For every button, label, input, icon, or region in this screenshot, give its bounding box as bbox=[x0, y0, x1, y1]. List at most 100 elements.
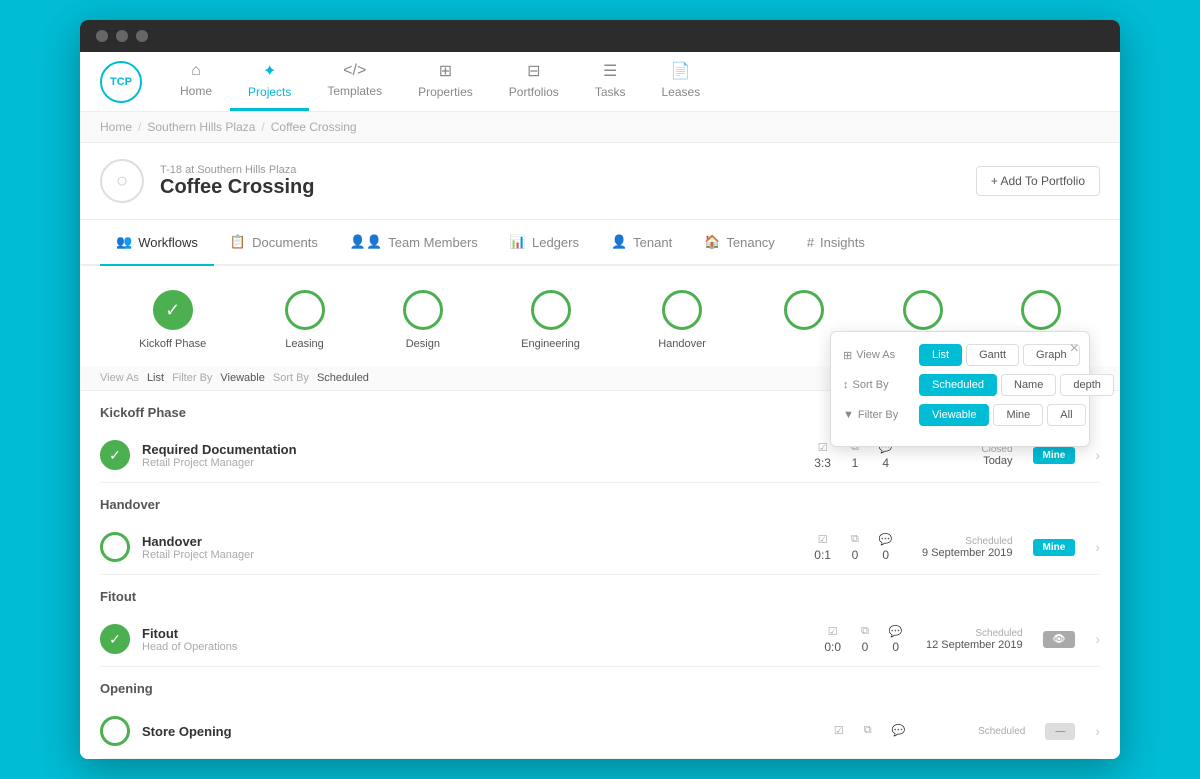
filter-mine-button[interactable]: Mine bbox=[993, 404, 1043, 426]
step6-circle bbox=[784, 290, 824, 330]
tab-documents[interactable]: 📋 Documents bbox=[214, 220, 334, 266]
check-icon: ☑ bbox=[818, 441, 828, 454]
fitout-comments: 💬 0 bbox=[889, 625, 903, 654]
copies-count: 1 bbox=[852, 456, 859, 470]
nav-projects-label: Projects bbox=[248, 85, 291, 99]
badge-mine: Mine bbox=[1033, 447, 1076, 464]
breadcrumb-home[interactable]: Home bbox=[100, 120, 132, 134]
task-handover-meta: ☑ 0:1 ⧉ 0 💬 0 Scheduled 9 September 2019… bbox=[814, 533, 1100, 562]
task-opening-info: Store Opening bbox=[142, 724, 822, 739]
popup-view-row: ⊞ View As List Gantt Graph bbox=[843, 344, 1077, 366]
sort-depth-button[interactable]: depth bbox=[1060, 374, 1114, 396]
projects-icon: ✦ bbox=[263, 61, 276, 81]
view-as-value[interactable]: List bbox=[147, 372, 164, 384]
browser-dot-yellow bbox=[116, 30, 128, 42]
badge-eye-fitout: 👁 bbox=[1043, 631, 1076, 648]
arrow-opening[interactable]: › bbox=[1095, 723, 1100, 739]
task-opening-name: Store Opening bbox=[142, 724, 822, 739]
tab-team-members[interactable]: 👤👤 Team Members bbox=[334, 220, 494, 266]
top-nav: TCP ⌂ Home ✦ Projects </> Templates ⊞ Pr… bbox=[80, 52, 1120, 112]
breadcrumb-sep-1: / bbox=[138, 120, 141, 134]
workflow-step-kickoff[interactable]: ✓ Kickoff Phase bbox=[139, 290, 206, 350]
popup-sort-buttons: Scheduled Name depth bbox=[919, 374, 1114, 396]
task-row-opening: Store Opening ☑ ⧉ 💬 Scheduled bbox=[100, 704, 1100, 759]
project-info: T-18 at Southern Hills Plaza Coffee Cros… bbox=[160, 164, 960, 199]
popup-filter-label: ▼ Filter By bbox=[843, 409, 911, 421]
browser-window: TCP ⌂ Home ✦ Projects </> Templates ⊞ Pr… bbox=[80, 20, 1120, 759]
fitout-copies: ⧉ 0 bbox=[861, 625, 869, 654]
breadcrumb-plaza[interactable]: Southern Hills Plaza bbox=[147, 120, 255, 134]
design-circle bbox=[403, 290, 443, 330]
tab-tenant[interactable]: 👤 Tenant bbox=[595, 220, 688, 266]
nav-properties[interactable]: ⊞ Properties bbox=[400, 52, 491, 111]
sort-by-value[interactable]: Scheduled bbox=[317, 372, 369, 384]
popup-view-buttons: List Gantt Graph bbox=[919, 344, 1080, 366]
tab-insights[interactable]: # Insights bbox=[791, 220, 881, 266]
insights-icon: # bbox=[807, 235, 814, 250]
badge-dash-opening: — bbox=[1045, 723, 1075, 740]
fitout-date: Scheduled 12 September 2019 bbox=[923, 628, 1023, 651]
comment-icon: 💬 bbox=[889, 625, 903, 638]
breadcrumb: Home / Southern Hills Plaza / Coffee Cro… bbox=[80, 112, 1120, 143]
arrow-fitout[interactable]: › bbox=[1095, 631, 1100, 647]
browser-dot-green bbox=[136, 30, 148, 42]
project-title: Coffee Crossing bbox=[160, 176, 960, 199]
filter-by-label: Filter By bbox=[172, 372, 212, 384]
task-checks-group: ☑ 3:3 bbox=[814, 441, 831, 470]
workflows-icon: 👥 bbox=[116, 234, 132, 250]
templates-icon: </> bbox=[343, 62, 366, 80]
handover-comments: 💬 0 bbox=[879, 533, 893, 562]
nav-home[interactable]: ⌂ Home bbox=[162, 52, 230, 111]
workflow-step-leasing[interactable]: Leasing bbox=[285, 290, 325, 350]
copy-icon: ⧉ bbox=[851, 533, 859, 546]
tab-tenancy[interactable]: 🏠 Tenancy bbox=[688, 220, 791, 266]
copy-icon: ⧉ bbox=[861, 625, 869, 638]
filter-all-button[interactable]: All bbox=[1047, 404, 1085, 426]
workflow-step-design[interactable]: Design bbox=[403, 290, 443, 350]
tab-workflows[interactable]: 👥 Workflows bbox=[100, 220, 214, 266]
workflow-step-engineering[interactable]: Engineering bbox=[521, 290, 580, 350]
task-done-icon-fitout: ✓ bbox=[100, 624, 130, 654]
workflow-step-handover[interactable]: Handover bbox=[658, 290, 706, 350]
check-icon: ☑ bbox=[818, 533, 828, 546]
task-empty-icon-opening bbox=[100, 716, 130, 746]
arrow-handover[interactable]: › bbox=[1095, 539, 1100, 555]
engineering-circle bbox=[531, 290, 571, 330]
grid-icon: ⊞ bbox=[843, 349, 852, 362]
tab-ledgers[interactable]: 📊 Ledgers bbox=[494, 220, 595, 266]
workflow-step-6[interactable] bbox=[784, 290, 824, 350]
logo[interactable]: TCP bbox=[100, 61, 142, 103]
browser-chrome bbox=[80, 20, 1120, 52]
comment-icon: 💬 bbox=[892, 724, 906, 737]
leases-icon: 📄 bbox=[671, 61, 691, 81]
add-portfolio-button[interactable]: + Add To Portfolio bbox=[976, 166, 1100, 196]
nav-projects[interactable]: ✦ Projects bbox=[230, 52, 309, 111]
handover-circle bbox=[662, 290, 702, 330]
arrow-icon[interactable]: › bbox=[1095, 447, 1100, 463]
nav-tasks[interactable]: ☰ Tasks bbox=[577, 52, 644, 111]
filter-by-value[interactable]: Viewable bbox=[220, 372, 264, 384]
sort-icon: ↕ bbox=[843, 379, 849, 391]
filter-viewable-button[interactable]: Viewable bbox=[919, 404, 989, 426]
nav-leases[interactable]: 📄 Leases bbox=[644, 52, 719, 111]
popup-close-button[interactable]: × bbox=[1070, 340, 1079, 358]
section-opening: Opening bbox=[100, 667, 1100, 704]
task-fitout-name: Fitout bbox=[142, 626, 812, 641]
view-gantt-button[interactable]: Gantt bbox=[966, 344, 1019, 366]
popup-view-label: ⊞ View As bbox=[843, 349, 911, 362]
copy-icon: ⧉ bbox=[864, 724, 872, 737]
nav-properties-label: Properties bbox=[418, 85, 473, 99]
breadcrumb-current: Coffee Crossing bbox=[271, 120, 357, 134]
portfolios-icon: ⊟ bbox=[527, 61, 540, 81]
project-subtitle: T-18 at Southern Hills Plaza bbox=[160, 164, 960, 176]
popup-filter-buttons: Viewable Mine All bbox=[919, 404, 1086, 426]
nav-templates[interactable]: </> Templates bbox=[309, 52, 400, 111]
comment-icon: 💬 bbox=[879, 533, 893, 546]
tasks-icon: ☰ bbox=[603, 61, 617, 81]
sort-name-button[interactable]: Name bbox=[1001, 374, 1056, 396]
nav-tasks-label: Tasks bbox=[595, 85, 626, 99]
nav-portfolios[interactable]: ⊟ Portfolios bbox=[491, 52, 577, 111]
sort-scheduled-button[interactable]: Scheduled bbox=[919, 374, 997, 396]
view-list-button[interactable]: List bbox=[919, 344, 962, 366]
view-as-label: View As bbox=[100, 372, 139, 384]
